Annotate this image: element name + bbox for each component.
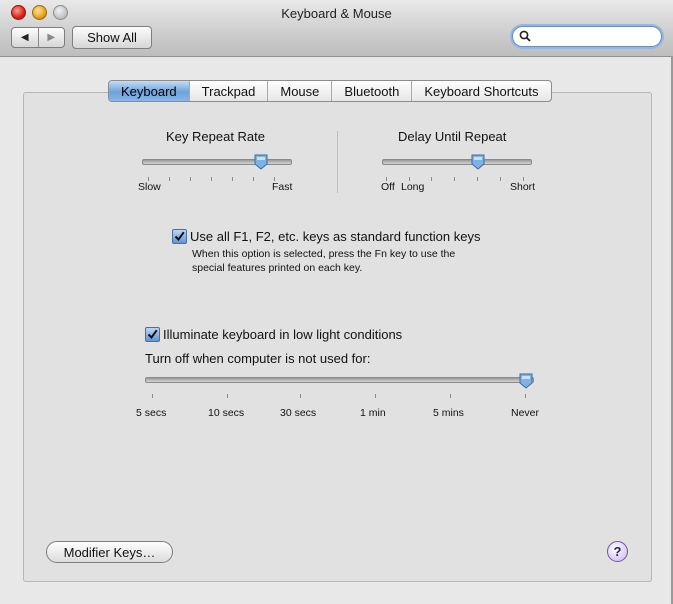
- section-divider: [337, 131, 338, 193]
- illuminate-label[interactable]: Illuminate keyboard in low light conditi…: [163, 327, 402, 342]
- checkmark-icon: [147, 329, 158, 340]
- key-repeat-tick: [169, 177, 170, 181]
- title-bar: Keyboard & Mouse ◀ ▶ Show All: [0, 0, 673, 57]
- search-field[interactable]: [512, 26, 662, 47]
- function-keys-desc-line1: When this option is selected, press the …: [192, 248, 456, 260]
- illumination-tick: [227, 394, 228, 398]
- delay-repeat-long-label: Long: [401, 181, 425, 193]
- illumination-timeout-track[interactable]: [145, 377, 534, 383]
- delay-repeat-slider-thumb[interactable]: [471, 154, 485, 170]
- illumination-tick-label: 30 secs: [280, 407, 317, 419]
- tab-keyboard-shortcuts[interactable]: Keyboard Shortcuts: [411, 81, 550, 101]
- illumination-tick-label: 1 min: [360, 407, 386, 419]
- key-repeat-min-label: Slow: [138, 181, 161, 193]
- illumination-tick: [152, 394, 153, 398]
- key-repeat-max-label: Fast: [272, 181, 293, 193]
- illumination-tick: [525, 394, 526, 398]
- turn-off-label: Turn off when computer is not used for:: [145, 351, 371, 366]
- key-repeat-tick: [232, 177, 233, 181]
- show-all-button[interactable]: Show All: [72, 26, 152, 49]
- delay-repeat-tick: [454, 177, 455, 181]
- delay-repeat-tick: [500, 177, 501, 181]
- key-repeat-tick: [253, 177, 254, 181]
- delay-repeat-off-label: Off: [381, 181, 395, 193]
- tab-mouse[interactable]: Mouse: [267, 81, 331, 101]
- help-button[interactable]: ?: [607, 541, 628, 562]
- tab-trackpad[interactable]: Trackpad: [188, 81, 268, 101]
- key-repeat-title: Key Repeat Rate: [166, 129, 266, 144]
- delay-repeat-title: Delay Until Repeat: [398, 129, 507, 144]
- tab-bar: Keyboard Trackpad Mouse Bluetooth Keyboa…: [108, 80, 552, 102]
- delay-repeat-tick: [431, 177, 432, 181]
- illumination-tick-label: Never: [511, 407, 540, 419]
- key-repeat-track[interactable]: [142, 159, 292, 165]
- key-repeat-slider-thumb[interactable]: [254, 154, 268, 170]
- illumination-tick-label: 5 secs: [136, 407, 167, 419]
- tab-keyboard[interactable]: Keyboard: [109, 81, 189, 101]
- modifier-keys-button[interactable]: Modifier Keys…: [46, 541, 173, 563]
- key-repeat-tick: [190, 177, 191, 181]
- function-keys-checkbox[interactable]: [172, 229, 187, 244]
- delay-repeat-max-label: Short: [510, 181, 536, 193]
- illumination-tick-label: 5 mins: [433, 407, 464, 419]
- illumination-tick: [300, 394, 301, 398]
- back-button[interactable]: ◀: [12, 28, 38, 47]
- illumination-slider-thumb[interactable]: [519, 373, 533, 389]
- window-title: Keyboard & Mouse: [281, 6, 392, 21]
- tab-bluetooth[interactable]: Bluetooth: [331, 81, 411, 101]
- function-keys-label[interactable]: Use all F1, F2, etc. keys as standard fu…: [190, 229, 480, 244]
- function-keys-desc-line2: special features printed on each key.: [192, 262, 363, 274]
- back-forward-control: ◀ ▶: [11, 27, 65, 48]
- checkmark-icon: [174, 231, 185, 242]
- illumination-tick: [375, 394, 376, 398]
- search-icon: [519, 30, 531, 42]
- illumination-tick-label: 10 secs: [208, 407, 245, 419]
- forward-button[interactable]: ▶: [37, 28, 65, 47]
- illuminate-checkbox[interactable]: [145, 327, 160, 342]
- key-repeat-tick: [211, 177, 212, 181]
- delay-repeat-tick: [477, 177, 478, 181]
- illumination-tick: [450, 394, 451, 398]
- delay-repeat-track[interactable]: [382, 159, 532, 165]
